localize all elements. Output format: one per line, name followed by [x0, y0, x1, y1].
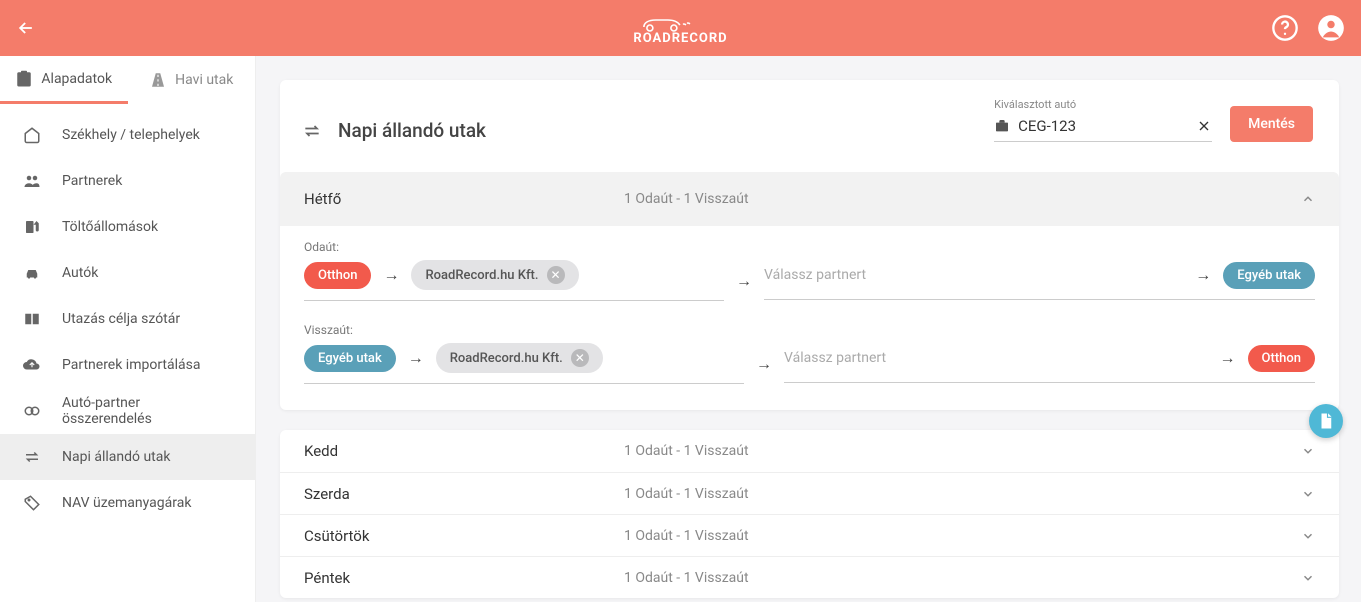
sidebar-item-szekhely[interactable]: Székhely / telephelyek — [0, 112, 255, 158]
start-pill[interactable]: Egyéb utak — [304, 345, 396, 372]
day-body: Odaút: Otthon → RoadRecord.hu Kft.✕ → → … — [280, 226, 1339, 410]
partner-chip[interactable]: RoadRecord.hu Kft.✕ — [411, 260, 578, 290]
account-icon[interactable] — [1317, 14, 1345, 42]
arrow-icon: → — [756, 354, 772, 374]
day-name: Csütörtök — [304, 527, 624, 545]
tags-icon — [22, 494, 42, 512]
tab-alapadatok[interactable]: Alapadatok — [0, 56, 128, 104]
day-row-kedd[interactable]: Kedd 1 Odaút - 1 Visszaút — [280, 430, 1339, 472]
day-summary: 1 Odaút - 1 Visszaút — [624, 570, 1315, 586]
arrow-icon: → — [408, 348, 424, 368]
sidebar-nav: Székhely / telephelyek Partnerek Töltőál… — [0, 104, 255, 602]
day-summary: 1 Odaút - 1 Visszaút — [624, 528, 1315, 544]
end-pill[interactable]: Otthon — [1248, 345, 1315, 372]
sidebar-item-label: Autók — [62, 265, 98, 281]
sidebar-item-label: Töltőállomások — [62, 219, 158, 235]
trip-out: Odaút: Otthon → RoadRecord.hu Kft.✕ → → … — [304, 240, 1315, 301]
trip-back-label: Visszaút: — [304, 323, 1315, 337]
clipboard-icon — [15, 70, 33, 88]
day-name: Kedd — [304, 442, 624, 460]
page-title-text: Napi állandó utak — [338, 119, 486, 142]
arrow-icon: → — [1195, 265, 1211, 285]
day-header-hetfo[interactable]: Hétfő 1 Odaút - 1 Visszaút — [280, 172, 1339, 226]
sidebar-item-nav-uzemanyag[interactable]: NAV üzemanyagárak — [0, 480, 255, 526]
car-icon — [22, 264, 42, 282]
header-card: Napi állandó utak Kiválasztott autó CEG-… — [280, 80, 1339, 410]
day-row-szerda[interactable]: Szerda 1 Odaút - 1 Visszaút — [280, 472, 1339, 514]
sidebar-item-label: Autó-partner összerendelés — [62, 395, 233, 427]
sidebar-item-label: Partnerek importálása — [62, 357, 200, 373]
sidebar-item-toltoallomasok[interactable]: Töltőállomások — [0, 204, 255, 250]
swap-icon — [302, 121, 322, 141]
tab-havi-utak[interactable]: Havi utak — [128, 56, 256, 104]
partner-chip[interactable]: RoadRecord.hu Kft.✕ — [436, 343, 603, 373]
chevron-down-icon — [1301, 529, 1315, 543]
brand-text: ROADRECORD — [633, 32, 727, 45]
document-icon — [1317, 412, 1335, 430]
sidebar-item-label: Napi állandó utak — [62, 449, 170, 465]
chevron-up-icon — [1301, 192, 1315, 206]
car-select-label: Kiválasztott autó — [994, 98, 1212, 111]
partner-input[interactable] — [764, 263, 1183, 287]
car-select[interactable]: Kiválasztott autó CEG-123 — [994, 98, 1212, 142]
clear-icon[interactable] — [1196, 118, 1212, 134]
sidebar-item-utazas-celja[interactable]: Utazás célja szótár — [0, 296, 255, 342]
start-pill[interactable]: Otthon — [304, 262, 371, 289]
sidebar-item-partnerek[interactable]: Partnerek — [0, 158, 255, 204]
sidebar-item-napi-allando[interactable]: Napi állandó utak — [0, 434, 255, 480]
help-icon[interactable] — [1271, 14, 1299, 42]
day-row-csutortok[interactable]: Csütörtök 1 Odaút - 1 Visszaút — [280, 514, 1339, 556]
day-name: Szerda — [304, 485, 624, 503]
day-summary: 1 Odaút - 1 Visszaút — [624, 443, 1315, 459]
trip-out-label: Odaút: — [304, 240, 1315, 254]
day-summary: 1 Odaút - 1 Visszaút — [624, 191, 1315, 207]
swap-icon — [22, 448, 42, 466]
collapsed-days-card: Kedd 1 Odaút - 1 Visszaút Szerda 1 Odaút… — [280, 430, 1339, 598]
chevron-down-icon — [1301, 571, 1315, 585]
end-pill[interactable]: Egyéb utak — [1223, 262, 1315, 289]
people-icon — [22, 172, 42, 190]
tab-label: Alapadatok — [41, 71, 112, 87]
content: Napi állandó utak Kiválasztott autó CEG-… — [256, 56, 1361, 602]
arrow-icon: → — [1220, 348, 1236, 368]
arrow-icon: → — [383, 265, 399, 285]
home-icon — [22, 126, 42, 144]
sidebar-item-label: Utazás célja szótár — [62, 311, 180, 327]
day-name: Péntek — [304, 569, 624, 587]
trip-back: Visszaút: Egyéb utak → RoadRecord.hu Kft… — [304, 323, 1315, 384]
sidebar: Alapadatok Havi utak Székhely / telephel… — [0, 56, 256, 602]
arrow-icon: → — [736, 271, 752, 291]
road-icon — [149, 71, 167, 89]
sidebar-item-label: Partnerek — [62, 173, 122, 189]
day-row-pentek[interactable]: Péntek 1 Odaút - 1 Visszaút — [280, 556, 1339, 598]
topbar: ROADRECORD — [0, 0, 1361, 56]
back-icon[interactable] — [16, 18, 36, 38]
sidebar-item-autok[interactable]: Autók — [0, 250, 255, 296]
chevron-down-icon — [1301, 487, 1315, 501]
chip-remove-icon[interactable]: ✕ — [571, 349, 589, 367]
day-summary: 1 Odaút - 1 Visszaút — [624, 486, 1315, 502]
chip-remove-icon[interactable]: ✕ — [547, 266, 565, 284]
book-icon — [22, 310, 42, 328]
fuel-icon — [22, 218, 42, 236]
chevron-down-icon — [1301, 444, 1315, 458]
floating-action-button[interactable] — [1309, 404, 1343, 438]
day-name: Hétfő — [304, 190, 624, 208]
link-icon — [22, 402, 42, 420]
tab-label: Havi utak — [175, 72, 233, 88]
sidebar-item-auto-partner[interactable]: Autó-partner összerendelés — [0, 388, 255, 434]
partner-input[interactable] — [784, 346, 1208, 370]
save-button[interactable]: Mentés — [1230, 106, 1313, 142]
sidebar-item-label: NAV üzemanyagárak — [62, 495, 191, 511]
sidebar-tabs: Alapadatok Havi utak — [0, 56, 255, 104]
sidebar-item-label: Székhely / telephelyek — [62, 127, 200, 143]
car-value: CEG-123 — [1018, 117, 1188, 135]
page-title: Napi állandó utak — [302, 119, 486, 142]
brand-logo: ROADRECORD — [633, 12, 727, 45]
upload-icon — [22, 356, 42, 374]
sidebar-item-partnerek-import[interactable]: Partnerek importálása — [0, 342, 255, 388]
briefcase-icon — [994, 118, 1010, 134]
